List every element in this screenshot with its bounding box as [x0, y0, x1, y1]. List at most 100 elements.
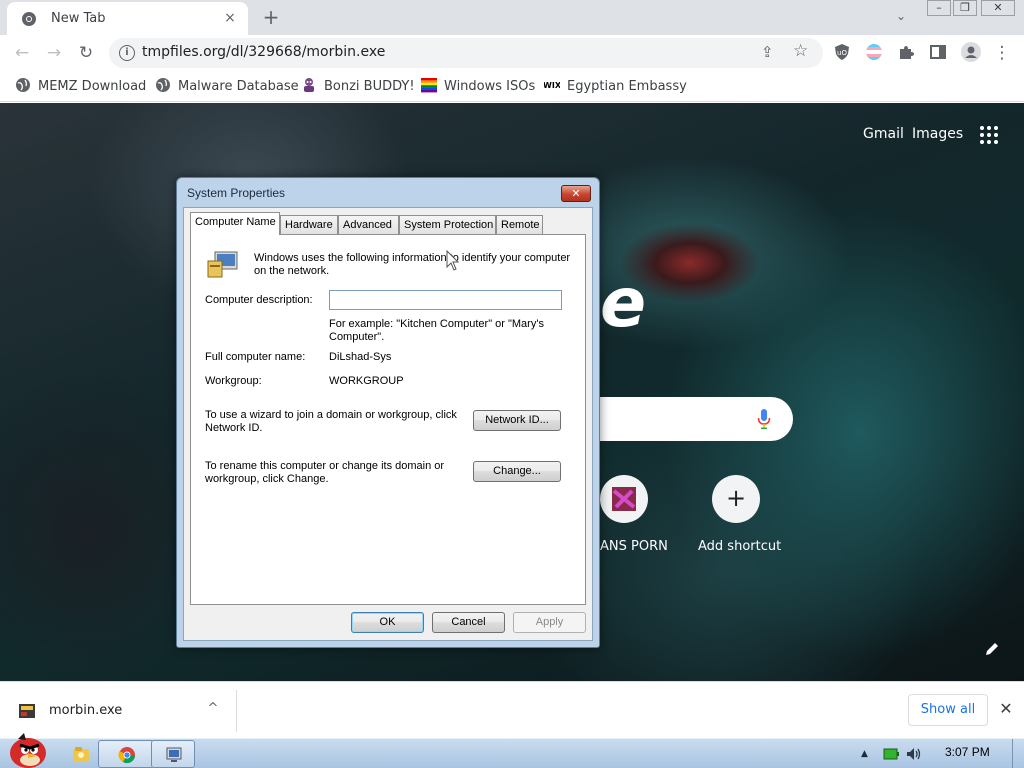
start-button-angry-bird-icon[interactable] — [4, 731, 50, 768]
system-properties-dialog: System Properties ✕ Computer Name Hardwa… — [176, 177, 600, 648]
bookmark-egyptian-embassy[interactable]: WIX Egyptian Embassy — [544, 77, 687, 95]
menu-icon[interactable]: ⋮ — [990, 41, 1014, 65]
tab-remote[interactable]: Remote — [496, 215, 543, 234]
workgroup-value: WORKGROUP — [329, 375, 404, 387]
battery-icon[interactable] — [883, 747, 899, 761]
bookmark-label: Bonzi BUDDY! — [324, 79, 415, 94]
exe-file-icon — [19, 704, 35, 718]
explorer-icon — [73, 747, 89, 761]
download-filename[interactable]: morbin.exe — [49, 703, 122, 718]
download-bar: morbin.exe ^ Show all ✕ — [0, 681, 1024, 738]
close-tab-icon[interactable]: × — [222, 10, 238, 26]
bookmark-windows-isos[interactable]: Windows ISOs — [421, 77, 535, 95]
tab-system-protection[interactable]: System Protection — [399, 215, 496, 234]
chrome-taskbar-button[interactable] — [98, 740, 154, 768]
system-properties-taskbar-button[interactable] — [151, 740, 195, 768]
minimize-button[interactable]: – — [927, 0, 951, 16]
cancel-button[interactable]: Cancel — [432, 612, 505, 633]
google-logo-fragment: e — [600, 264, 647, 343]
toolbar: ← → ↻ i tmpfiles.org/dl/329668/morbin.ex… — [0, 35, 1024, 71]
tab-search-icon[interactable]: ⌄ — [896, 9, 906, 23]
address-bar[interactable]: i tmpfiles.org/dl/329668/morbin.exe ⇪ ☆ — [109, 38, 823, 68]
computer-name-panel: Windows uses the following information t… — [190, 234, 586, 605]
tab-hardware[interactable]: Hardware — [280, 215, 338, 234]
tab-title: New Tab — [51, 11, 106, 26]
shortcut-label: ANS PORN — [600, 539, 668, 554]
chevron-up-icon[interactable]: ^ — [205, 701, 221, 717]
dialog-body: Computer Name Hardware Advanced System P… — [183, 207, 593, 641]
dialog-title: System Properties — [187, 186, 286, 200]
bookmarks-bar: MEMZ Download Malware Database Bonzi BUD… — [0, 71, 1024, 102]
forward-icon[interactable]: → — [42, 41, 66, 65]
site-info-icon[interactable]: i — [119, 45, 135, 61]
rainbow-flag-icon — [421, 78, 437, 93]
screen: New Tab × + ⌄ – ❐ ✕ ← → ↻ i tmpfiles.org… — [0, 0, 1024, 768]
reload-icon[interactable]: ↻ — [74, 41, 98, 65]
workgroup-label: Workgroup: — [205, 375, 262, 387]
share-icon[interactable]: ⇪ — [761, 43, 774, 61]
bookmark-label: Windows ISOs — [444, 79, 536, 94]
trans-flag-extension-icon[interactable] — [865, 43, 883, 61]
svg-text:uO: uO — [837, 49, 847, 57]
bookmark-star-icon[interactable]: ☆ — [793, 41, 808, 61]
customize-pencil-icon[interactable] — [984, 641, 1000, 657]
system-properties-icon — [166, 747, 182, 762]
microphone-icon[interactable] — [757, 408, 771, 430]
close-download-bar-icon[interactable]: ✕ — [996, 699, 1016, 719]
svg-text:WIX: WIX — [544, 81, 560, 90]
bookmark-label: Egyptian Embassy — [567, 79, 687, 94]
new-tab-icon[interactable]: + — [260, 6, 282, 28]
change-text: To rename this computer or change its do… — [205, 460, 445, 485]
apply-button[interactable]: Apply — [513, 612, 586, 633]
mouse-cursor-icon — [446, 250, 460, 271]
bookmark-memz-download[interactable]: MEMZ Download — [15, 77, 146, 95]
shortcut-tile-ans-porn[interactable] — [600, 475, 648, 523]
extensions-puzzle-icon[interactable] — [897, 43, 915, 61]
back-icon[interactable]: ← — [10, 41, 34, 65]
network-id-button[interactable]: Network ID... — [473, 410, 561, 431]
show-desktop-button[interactable] — [1012, 739, 1024, 768]
tray-expand-icon[interactable]: ▲ — [861, 749, 868, 759]
example-text: For example: "Kitchen Computer" or "Mary… — [329, 318, 544, 343]
globe-icon — [156, 78, 170, 92]
tab-new-tab[interactable]: New Tab × — [7, 2, 248, 35]
wix-icon: WIX — [544, 81, 560, 90]
show-all-button[interactable]: Show all — [908, 694, 988, 726]
computer-icon — [207, 251, 238, 278]
globe-icon — [16, 78, 30, 92]
tab-computer-name[interactable]: Computer Name — [190, 212, 280, 235]
add-shortcut-tile[interactable]: + — [712, 475, 760, 523]
dialog-close-button[interactable]: ✕ — [561, 185, 591, 202]
tab-strip: New Tab × + ⌄ – ❐ ✕ — [0, 0, 1024, 35]
side-panel-icon[interactable] — [929, 43, 947, 61]
bookmark-bonzi-buddy[interactable]: Bonzi BUDDY! — [301, 77, 415, 95]
bonzi-icon — [304, 78, 314, 92]
network-id-text: To use a wizard to join a domain or work… — [205, 409, 457, 434]
change-button[interactable]: Change... — [473, 461, 561, 482]
chrome-icon — [118, 747, 136, 764]
shortcut-favicon-icon — [612, 487, 636, 511]
url-text[interactable]: tmpfiles.org/dl/329668/morbin.exe — [142, 44, 385, 60]
tab-advanced[interactable]: Advanced — [338, 215, 399, 234]
maximize-button[interactable]: ❐ — [953, 0, 977, 16]
volume-icon[interactable] — [906, 747, 922, 761]
clock[interactable]: 3:07 PM — [945, 745, 990, 759]
ublock-extension-icon[interactable]: uO — [833, 43, 851, 61]
explorer-taskbar-button[interactable] — [64, 740, 98, 768]
taskbar: ▲ 3:07 PM — [0, 733, 1024, 768]
plus-icon: + — [725, 484, 747, 512]
chrome-icon — [22, 12, 36, 26]
profile-avatar-icon[interactable] — [961, 42, 981, 62]
computer-description-input[interactable] — [329, 290, 562, 310]
intro-text: Windows uses the following information t… — [254, 252, 571, 277]
bookmark-malware-database[interactable]: Malware Database — [155, 77, 299, 95]
add-shortcut-label: Add shortcut — [698, 539, 782, 554]
computer-description-label: Computer description: — [205, 294, 313, 306]
images-link[interactable]: Images — [912, 126, 963, 142]
ok-button[interactable]: OK — [351, 612, 424, 633]
bookmark-label: Malware Database — [178, 79, 299, 94]
google-apps-icon[interactable] — [980, 126, 1000, 146]
window-close-button[interactable]: ✕ — [981, 0, 1015, 16]
gmail-link[interactable]: Gmail — [863, 126, 904, 142]
full-computer-name-value: DiLshad-Sys — [329, 351, 392, 363]
